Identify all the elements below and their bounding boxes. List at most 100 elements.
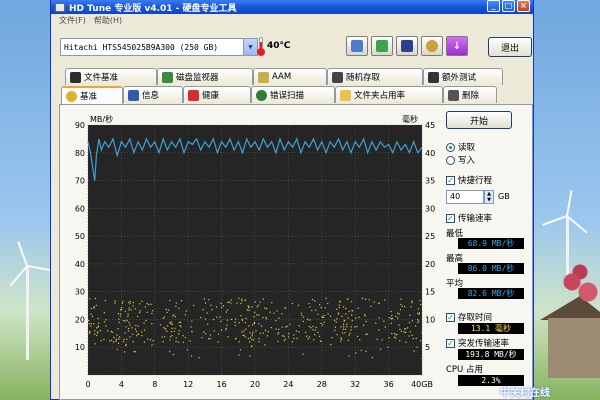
access-time-point <box>264 329 266 332</box>
access-time-point <box>163 326 165 329</box>
close-button[interactable]: × <box>517 0 530 12</box>
access-time-point <box>200 316 202 319</box>
tab-erase[interactable]: 删除 <box>443 86 497 103</box>
access-time-point <box>135 330 138 333</box>
save-icon[interactable] <box>396 36 418 56</box>
check-access[interactable]: ✓ 存取时间 <box>446 311 492 323</box>
access-time-point <box>368 299 370 301</box>
y-right-tick-label: 20 <box>425 260 435 269</box>
access-time-point <box>404 331 407 334</box>
access-time-point <box>331 337 333 339</box>
access-time-point <box>420 303 422 306</box>
access-time-point <box>110 339 113 341</box>
copy-text-icon[interactable] <box>371 36 393 56</box>
quick-stroke-input[interactable]: 40 <box>446 190 484 204</box>
tab-folder-usage[interactable]: 文件夹占用率 <box>335 86 443 103</box>
check-burst[interactable]: ✓ 突发传输速率 <box>446 337 509 349</box>
access-time-point <box>247 305 249 307</box>
menu-file[interactable]: 文件(F) <box>59 15 86 26</box>
access-time-point <box>393 336 396 338</box>
exit-button[interactable]: 退出 <box>488 37 532 57</box>
access-time-point <box>314 329 316 331</box>
access-time-point <box>305 331 307 333</box>
access-time-point <box>238 322 240 324</box>
max-value: 86.0 MB/秒 <box>458 263 524 274</box>
access-time-point <box>97 326 99 328</box>
download-icon[interactable]: ↓ <box>446 36 468 56</box>
access-time-point <box>146 302 148 305</box>
tab-extra-tests[interactable]: 额外测试 <box>423 68 503 85</box>
access-time-point <box>117 342 120 344</box>
access-time-point <box>116 334 118 336</box>
radio-read-dot[interactable] <box>446 142 455 152</box>
access-time-point <box>345 313 347 315</box>
tab-random-access[interactable]: 随机存取 <box>327 68 423 85</box>
check-quick-box[interactable]: ✓ <box>446 175 455 185</box>
copy-icon[interactable] <box>346 36 368 56</box>
radio-write-dot[interactable] <box>446 155 455 165</box>
tab-health[interactable]: 健康 <box>183 86 251 103</box>
access-time-point <box>360 349 362 351</box>
access-time-point <box>416 346 418 348</box>
access-time-point <box>256 306 258 308</box>
check-transfer[interactable]: ✓ 传输速率 <box>446 212 492 224</box>
access-time-point <box>249 355 251 357</box>
access-time-point <box>267 331 269 333</box>
maximize-button[interactable]: □ <box>502 0 515 12</box>
access-time-point <box>375 322 377 324</box>
access-time-point <box>182 335 184 337</box>
access-time-point <box>225 329 227 331</box>
access-time-point <box>94 333 96 335</box>
check-access-box[interactable]: ✓ <box>446 312 455 322</box>
access-time-point <box>338 306 340 309</box>
tab-file-benchmark[interactable]: 文件基准 <box>65 68 157 85</box>
tab-aam[interactable]: AAM <box>253 68 327 85</box>
access-time-point <box>177 341 180 343</box>
access-time-point <box>314 300 316 302</box>
quick-stroke-spinner[interactable]: ▲ ▼ <box>484 190 494 204</box>
minimize-button[interactable]: _ <box>487 0 500 12</box>
drive-select[interactable]: Hitachi HTS545025B9A300 (250 GB) ▼ <box>60 38 258 56</box>
access-time-point <box>222 305 224 307</box>
check-transfer-box[interactable]: ✓ <box>446 213 455 223</box>
access-time-point <box>343 326 345 328</box>
burst-value: 193.8 MB/秒 <box>458 349 524 360</box>
access-time-point <box>408 322 411 324</box>
access-time-point <box>340 340 342 342</box>
access-time-point <box>238 297 240 299</box>
access-time-point <box>126 319 128 322</box>
access-time-point <box>262 298 264 300</box>
radio-write[interactable]: 写入 <box>446 154 475 166</box>
access-time-point <box>258 314 260 316</box>
access-time-point <box>253 323 256 325</box>
tabs-row-top: 文件基准 磁盘监视器 AAM 随机存取 额外测试 <box>65 68 503 85</box>
check-burst-box[interactable]: ✓ <box>446 338 455 348</box>
tab-disk-monitor[interactable]: 磁盘监视器 <box>157 68 253 85</box>
access-time-point <box>169 350 171 353</box>
temperature-value: 40℃ <box>267 41 291 51</box>
access-time-point <box>293 337 295 340</box>
access-time-point <box>119 315 121 317</box>
access-time-point <box>112 341 115 343</box>
access-time-point <box>124 320 126 322</box>
access-time-point <box>262 332 264 334</box>
tab-benchmark[interactable]: 基准 <box>61 86 123 104</box>
tab-info[interactable]: 信息 <box>123 86 183 103</box>
check-quick[interactable]: ✓ 快捷行程 <box>446 174 492 186</box>
chevron-down-icon[interactable]: ▼ <box>243 39 257 55</box>
title-bar[interactable]: HD Tune 专业版 v4.01 - 硬盘专业工具 _ □ × <box>51 0 533 14</box>
access-time-point <box>389 317 391 319</box>
access-time-point <box>265 307 268 310</box>
access-time-point <box>118 336 121 338</box>
access-time-point <box>291 302 293 305</box>
start-button[interactable]: 开始 <box>446 111 512 129</box>
access-time-point <box>96 334 98 337</box>
access-time-point <box>208 299 210 301</box>
check-access-label: 存取时间 <box>458 313 493 323</box>
access-time-point <box>169 321 171 324</box>
access-time-point <box>251 345 253 347</box>
menu-help[interactable]: 帮助(H) <box>94 15 122 26</box>
radio-read[interactable]: 读取 <box>446 141 475 153</box>
tab-error-scan[interactable]: 错误扫描 <box>251 86 335 103</box>
options-icon[interactable] <box>421 36 443 56</box>
